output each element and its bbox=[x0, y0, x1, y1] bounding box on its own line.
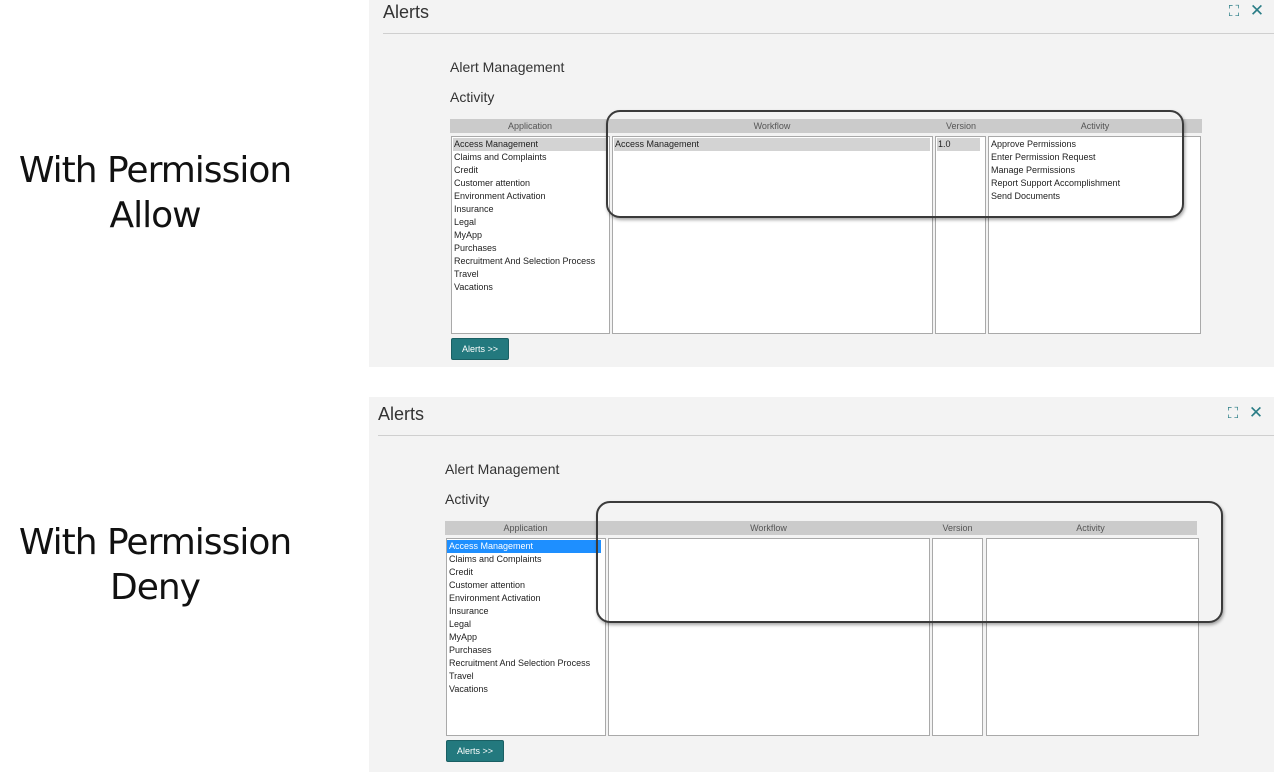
application-item[interactable]: Legal bbox=[447, 618, 605, 631]
label-allow-line2: Allow bbox=[109, 195, 201, 236]
application-item[interactable]: Environment Activation bbox=[452, 190, 609, 203]
activity-title: Activity bbox=[450, 89, 495, 105]
label-deny-line1: With Permission bbox=[18, 522, 292, 563]
application-item[interactable]: Insurance bbox=[447, 605, 605, 618]
alert-management-title: Alert Management bbox=[445, 461, 560, 477]
application-item[interactable]: Insurance bbox=[452, 203, 609, 216]
application-item[interactable]: Recruitment And Selection Process bbox=[452, 255, 609, 268]
application-item[interactable]: Purchases bbox=[452, 242, 609, 255]
application-item[interactable]: Access Management bbox=[447, 540, 601, 553]
close-icon[interactable]: ✕ bbox=[1249, 2, 1265, 19]
panel-divider bbox=[378, 435, 1274, 436]
application-item[interactable]: Travel bbox=[452, 268, 609, 281]
application-item[interactable]: MyApp bbox=[452, 229, 609, 242]
expand-icon[interactable]: ⛶ bbox=[1226, 4, 1242, 19]
application-item[interactable]: Legal bbox=[452, 216, 609, 229]
label-deny-line2: Deny bbox=[110, 567, 201, 608]
callout-outline-deny bbox=[596, 501, 1223, 623]
application-item[interactable]: Travel bbox=[447, 670, 605, 683]
label-allow-line1: With Permission bbox=[18, 150, 292, 191]
callout-outline-allow bbox=[606, 110, 1184, 218]
label-deny: With Permission Deny bbox=[0, 520, 310, 610]
alert-management-title: Alert Management bbox=[450, 59, 565, 75]
application-item[interactable]: MyApp bbox=[447, 631, 605, 644]
panel-divider bbox=[383, 33, 1274, 34]
panel-title: Alerts bbox=[383, 2, 430, 22]
application-item[interactable]: Credit bbox=[447, 566, 605, 579]
application-item[interactable]: Vacations bbox=[447, 683, 605, 696]
close-icon[interactable]: ✕ bbox=[1248, 404, 1264, 421]
application-listbox[interactable]: Access Management Claims and Complaints … bbox=[451, 136, 610, 334]
application-column-header: Application bbox=[450, 119, 610, 133]
alerts-button[interactable]: Alerts >> bbox=[451, 338, 510, 360]
application-item[interactable]: Purchases bbox=[447, 644, 605, 657]
application-item[interactable]: Claims and Complaints bbox=[447, 553, 605, 566]
application-item[interactable]: Access Management bbox=[453, 138, 607, 151]
application-item[interactable]: Customer attention bbox=[452, 177, 609, 190]
panel-title: Alerts bbox=[378, 404, 425, 424]
alerts-button[interactable]: Alerts >> bbox=[446, 740, 505, 762]
label-allow: With Permission Allow bbox=[0, 148, 310, 238]
application-column-header: Application bbox=[445, 521, 606, 535]
application-item[interactable]: Customer attention bbox=[447, 579, 605, 592]
application-item[interactable]: Vacations bbox=[452, 281, 609, 294]
activity-title: Activity bbox=[445, 491, 490, 507]
application-item[interactable]: Environment Activation bbox=[447, 592, 605, 605]
application-listbox[interactable]: Access Management Claims and Complaints … bbox=[446, 538, 606, 736]
application-item[interactable]: Recruitment And Selection Process bbox=[447, 657, 605, 670]
expand-icon[interactable]: ⛶ bbox=[1225, 406, 1241, 421]
application-item[interactable]: Claims and Complaints bbox=[452, 151, 609, 164]
application-item[interactable]: Credit bbox=[452, 164, 609, 177]
